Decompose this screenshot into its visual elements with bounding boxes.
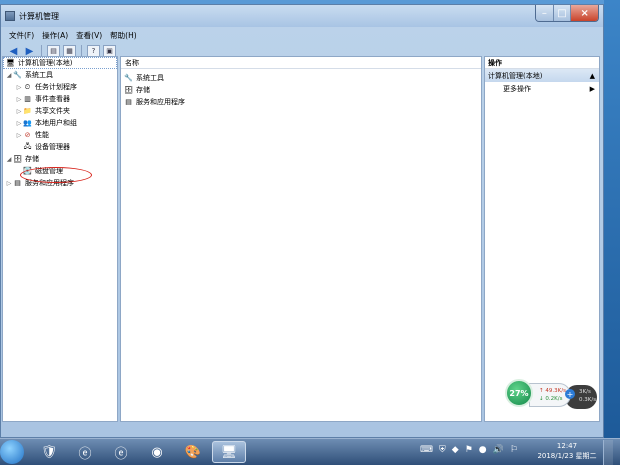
keyboard-icon[interactable]: ⌨ [420,445,433,455]
accelerate-plus-icon[interactable]: + [565,389,575,399]
browser-ie2-icon[interactable]: ⓔ [104,441,138,463]
window-title: 计算机管理 [19,12,59,21]
tree-item-local-users[interactable]: ▷ 👥 本地用户和组 [3,117,117,129]
tree-item-shared-folders[interactable]: ▷ 📁 共享文件夹 [3,105,117,117]
clock-time: 12:47 [556,442,578,450]
net-extra-1: 3K/s [579,389,591,395]
start-button[interactable] [0,440,24,464]
event-log-icon: ▥ [24,95,31,103]
tools-icon: 🔧 [124,74,133,82]
list-item-label: 系统工具 [136,74,164,82]
tree-item-label: 任务计划程序 [35,83,77,91]
list-item-services-apps[interactable]: ▤ 服务和应用程序 [121,96,481,108]
expand-arrow-icon[interactable]: ▷ [15,108,23,115]
browser-ie-icon[interactable]: ⓔ [68,441,102,463]
computer-management-icon: 🖥 [6,59,15,67]
list-item-storage[interactable]: 🗄 存储 [121,84,481,96]
clock[interactable]: 12:47 2018/1/23 星期二 [534,441,600,461]
desktop-right-strip [604,0,620,438]
clock-icon: ⏲ [24,82,31,91]
clock-date: 2018/1/23 星期二 [537,452,597,460]
memory-usage-ball[interactable]: 27% [505,379,533,407]
tools-icon: 🔧 [13,71,22,79]
expand-arrow-icon[interactable]: ▷ [15,120,23,127]
performance-icon: ⊘ [24,131,31,139]
collapse-arrow-icon[interactable]: ◢ [5,156,13,163]
download-speed: 0.2K/s [545,396,563,402]
tree-item-label: 事件查看器 [35,95,70,103]
more-actions-item[interactable]: 更多操作 ▶ [485,82,599,96]
tree-item-label: 共享文件夹 [35,107,70,115]
taskbar: 🛡 ⓔ ⓔ ◉ 🎨 🖥 ⌨ ⛨ ◆ ⚑ ● 🔊 ⚐ 12:47 2018/1/2… [0,438,620,465]
menu-bar: 文件(F) 操作(A) 查看(V) 帮助(H) [3,28,601,42]
maximize-button[interactable]: □ [553,5,572,21]
shield-tray-icon[interactable]: ⛨ [439,445,446,455]
tree-item-task-scheduler[interactable]: ▷ ⏲ 任务计划程序 [3,81,117,93]
more-actions-label: 更多操作 [503,85,531,93]
menu-file[interactable]: 文件(F) [9,30,34,41]
net-extra-2: 0.3K/s [579,397,597,403]
system-tray: ⌨ ⛨ ◆ ⚑ ● 🔊 ⚐ [420,445,518,455]
upload-speed: 49.3K/s [545,388,566,394]
tree-item-event-viewer[interactable]: ▷ ▥ 事件查看器 [3,93,117,105]
menu-view[interactable]: 查看(V) [76,30,102,41]
network-tray-icon[interactable]: ⚑ [465,445,473,455]
collapse-up-icon[interactable]: ▲ [590,72,595,80]
qq-tray-icon[interactable]: ● [479,445,487,455]
window-controls: – □ × [535,5,599,22]
expand-arrow-icon[interactable]: ▷ [15,132,23,139]
chevron-right-icon: ▶ [589,85,595,93]
list-item-label: 服务和应用程序 [136,98,185,106]
tree-item-system-tools[interactable]: ◢ 🔧 系统工具 [3,69,117,81]
services-icon: ▤ [125,98,132,106]
title-bar[interactable]: 计算机管理 – □ × [1,5,603,27]
menu-help[interactable]: 帮助(H) [110,30,137,41]
actions-section-label: 计算机管理(本地) [488,71,543,80]
browser-360-icon[interactable]: ◉ [140,441,174,463]
content-pane: 名称 🔧 系统工具 🗄 存储 ▤ 服务和应用程序 [120,56,482,422]
tree-item-label: 本地用户和组 [35,119,77,127]
tree-item-label: 设备管理器 [35,143,70,151]
expand-arrow-icon[interactable]: ▷ [15,96,23,103]
shared-folder-icon: 📁 [23,107,32,115]
services-icon: ▤ [14,179,21,187]
computer-management-icon [5,11,15,21]
network-monitor-widget[interactable]: 3K/s 0.3K/s ↑ 49.3K/s ↓ 0.2K/s + 27% [505,379,597,413]
collapse-arrow-icon[interactable]: ◢ [5,72,13,79]
list-item-system-tools[interactable]: 🔧 系统工具 [121,72,481,84]
show-desktop-button[interactable] [603,440,613,465]
storage-icon: 🗄 [124,86,133,94]
actions-pane: 操作 计算机管理(本地) ▲ 更多操作 ▶ [484,56,600,422]
actions-header: 操作 [485,57,599,69]
tree-item-label: 存储 [25,155,39,163]
tree-item-device-manager[interactable]: 🖧 设备管理器 [3,141,117,153]
red-highlight-circle [20,167,92,183]
actions-section[interactable]: 计算机管理(本地) ▲ [485,69,599,82]
tree-item-label: 系统工具 [25,71,53,79]
users-icon: 👥 [23,119,32,127]
tree-item-root[interactable]: 🖥 计算机管理(本地) [3,57,117,69]
tray-app-icon[interactable]: ◆ [452,445,459,455]
device-manager-icon: 🖧 [23,141,32,150]
computer-management-task-icon[interactable]: 🖥 [212,441,246,463]
storage-icon: 🗄 [13,155,22,163]
tree-item-label: 计算机管理(本地) [18,59,73,67]
menu-action[interactable]: 操作(A) [42,30,68,41]
tree-pane: 🖥 计算机管理(本地) ◢ 🔧 系统工具 ▷ ⏲ 任务计划程序 ▷ ▥ 事件查看… [2,56,118,422]
action-center-icon[interactable]: ⚐ [510,445,518,455]
column-header-name[interactable]: 名称 [121,57,481,69]
close-button[interactable]: × [571,5,598,21]
expand-arrow-icon[interactable]: ▷ [5,180,13,187]
volume-icon[interactable]: 🔊 [493,445,504,455]
list-item-label: 存储 [136,86,150,94]
paint-icon[interactable]: 🎨 [176,441,210,463]
tree-item-label: 性能 [35,131,49,139]
minimize-button[interactable]: – [536,5,554,21]
app-360-icon[interactable]: 🛡 [32,441,66,463]
expand-arrow-icon[interactable]: ▷ [15,84,23,91]
tree-item-storage[interactable]: ◢ 🗄 存储 [3,153,117,165]
tree-item-performance[interactable]: ▷ ⊘ 性能 [3,129,117,141]
